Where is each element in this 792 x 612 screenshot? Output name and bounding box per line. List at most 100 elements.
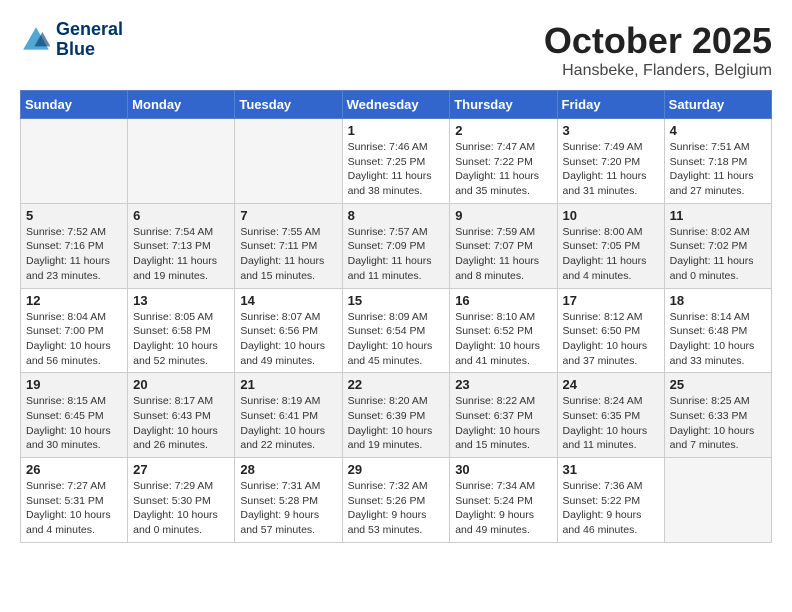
- day-info: Sunrise: 7:59 AM Sunset: 7:07 PM Dayligh…: [455, 225, 551, 284]
- day-info: Sunrise: 8:19 AM Sunset: 6:41 PM Dayligh…: [240, 394, 336, 453]
- day-info: Sunrise: 8:02 AM Sunset: 7:02 PM Dayligh…: [670, 225, 766, 284]
- day-number: 29: [348, 462, 445, 477]
- day-info: Sunrise: 7:27 AM Sunset: 5:31 PM Dayligh…: [26, 479, 122, 538]
- day-number: 23: [455, 377, 551, 392]
- day-info: Sunrise: 7:34 AM Sunset: 5:24 PM Dayligh…: [455, 479, 551, 538]
- calendar-cell: 7 Sunrise: 7:55 AM Sunset: 7:11 PM Daylig…: [235, 203, 342, 288]
- calendar-cell: 25Sunrise: 8:25 AM Sunset: 6:33 PM Dayli…: [664, 373, 771, 458]
- calendar-cell: 31 Sunrise: 7:36 AM Sunset: 5:22 PM Dayli…: [557, 458, 664, 543]
- day-info: Sunrise: 8:22 AM Sunset: 6:37 PM Dayligh…: [455, 394, 551, 453]
- day-info: Sunrise: 7:36 AM Sunset: 5:22 PM Dayligh…: [563, 479, 659, 538]
- day-number: 7: [240, 208, 336, 223]
- logo: General Blue: [20, 20, 123, 60]
- calendar-cell: 24 Sunrise: 8:24 AM Sunset: 6:35 PM Dayli…: [557, 373, 664, 458]
- calendar-cell: 11 Sunrise: 8:02 AM Sunset: 7:02 PM Dayli…: [664, 203, 771, 288]
- day-info: Sunrise: 8:10 AM Sunset: 6:52 PM Dayligh…: [455, 310, 551, 369]
- day-number: 26: [26, 462, 122, 477]
- logo-line2: Blue: [56, 39, 95, 59]
- calendar-week-1: 1 Sunrise: 7:46 AM Sunset: 7:25 PM Daylig…: [21, 119, 772, 204]
- calendar-cell: 15 Sunrise: 8:09 AM Sunset: 6:54 PM Dayli…: [342, 288, 450, 373]
- day-info: Sunrise: 7:57 AM Sunset: 7:09 PM Dayligh…: [348, 225, 445, 284]
- column-header-thursday: Thursday: [450, 91, 557, 119]
- day-number: 10: [563, 208, 659, 223]
- day-number: 24: [563, 377, 659, 392]
- day-info: Sunrise: 7:51 AM Sunset: 7:18 PM Dayligh…: [670, 140, 766, 199]
- calendar-cell: 18 Sunrise: 8:14 AM Sunset: 6:48 PM Dayli…: [664, 288, 771, 373]
- day-number: 28: [240, 462, 336, 477]
- calendar-cell: 14 Sunrise: 8:07 AM Sunset: 6:56 PM Dayli…: [235, 288, 342, 373]
- day-info: Sunrise: 8:17 AM Sunset: 6:43 PM Dayligh…: [133, 394, 229, 453]
- day-info: Sunrise: 7:31 AM Sunset: 5:28 PM Dayligh…: [240, 479, 336, 538]
- day-number: 11: [670, 208, 766, 223]
- calendar-cell: [128, 119, 235, 204]
- day-number: 21: [240, 377, 336, 392]
- column-header-tuesday: Tuesday: [235, 91, 342, 119]
- month-title: October 2025: [544, 20, 772, 62]
- day-number: 9: [455, 208, 551, 223]
- column-header-sunday: Sunday: [21, 91, 128, 119]
- day-number: 27: [133, 462, 229, 477]
- logo-text: General Blue: [56, 20, 123, 60]
- calendar-cell: 8 Sunrise: 7:57 AM Sunset: 7:09 PM Daylig…: [342, 203, 450, 288]
- day-number: 6: [133, 208, 229, 223]
- day-info: Sunrise: 8:07 AM Sunset: 6:56 PM Dayligh…: [240, 310, 336, 369]
- calendar-week-5: 26 Sunrise: 7:27 AM Sunset: 5:31 PM Dayli…: [21, 458, 772, 543]
- day-number: 5: [26, 208, 122, 223]
- page-header: General Blue October 2025 Hansbeke, Flan…: [20, 20, 772, 80]
- day-number: 13: [133, 293, 229, 308]
- day-info: Sunrise: 7:46 AM Sunset: 7:25 PM Dayligh…: [348, 140, 445, 199]
- calendar-cell: 28 Sunrise: 7:31 AM Sunset: 5:28 PM Dayli…: [235, 458, 342, 543]
- day-number: 4: [670, 123, 766, 138]
- calendar-cell: 27 Sunrise: 7:29 AM Sunset: 5:30 PM Dayli…: [128, 458, 235, 543]
- title-area: October 2025 Hansbeke, Flanders, Belgium: [544, 20, 772, 80]
- day-number: 20: [133, 377, 229, 392]
- calendar-week-3: 12Sunrise: 8:04 AM Sunset: 7:00 PM Dayli…: [21, 288, 772, 373]
- day-info: Sunrise: 7:55 AM Sunset: 7:11 PM Dayligh…: [240, 225, 336, 284]
- calendar-week-2: 5 Sunrise: 7:52 AM Sunset: 7:16 PM Daylig…: [21, 203, 772, 288]
- day-number: 2: [455, 123, 551, 138]
- day-info: Sunrise: 8:25 AM Sunset: 6:33 PM Dayligh…: [670, 394, 766, 453]
- column-header-saturday: Saturday: [664, 91, 771, 119]
- calendar-cell: 9 Sunrise: 7:59 AM Sunset: 7:07 PM Daylig…: [450, 203, 557, 288]
- day-info: Sunrise: 7:29 AM Sunset: 5:30 PM Dayligh…: [133, 479, 229, 538]
- calendar-cell: 22Sunrise: 8:20 AM Sunset: 6:39 PM Dayli…: [342, 373, 450, 458]
- calendar-table: SundayMondayTuesdayWednesdayThursdayFrid…: [20, 90, 772, 543]
- day-info: Sunrise: 8:12 AM Sunset: 6:50 PM Dayligh…: [563, 310, 659, 369]
- calendar-header-row: SundayMondayTuesdayWednesdayThursdayFrid…: [21, 91, 772, 119]
- day-number: 15: [348, 293, 445, 308]
- calendar-cell: 17Sunrise: 8:12 AM Sunset: 6:50 PM Dayli…: [557, 288, 664, 373]
- calendar-cell: 20 Sunrise: 8:17 AM Sunset: 6:43 PM Dayli…: [128, 373, 235, 458]
- calendar-cell: 13 Sunrise: 8:05 AM Sunset: 6:58 PM Dayli…: [128, 288, 235, 373]
- calendar-cell: 10Sunrise: 8:00 AM Sunset: 7:05 PM Dayli…: [557, 203, 664, 288]
- calendar-cell: 5 Sunrise: 7:52 AM Sunset: 7:16 PM Daylig…: [21, 203, 128, 288]
- day-info: Sunrise: 8:05 AM Sunset: 6:58 PM Dayligh…: [133, 310, 229, 369]
- day-number: 14: [240, 293, 336, 308]
- day-number: 1: [348, 123, 445, 138]
- day-number: 30: [455, 462, 551, 477]
- location: Hansbeke, Flanders, Belgium: [544, 62, 772, 80]
- calendar-cell: 12Sunrise: 8:04 AM Sunset: 7:00 PM Dayli…: [21, 288, 128, 373]
- calendar-cell: 23 Sunrise: 8:22 AM Sunset: 6:37 PM Dayli…: [450, 373, 557, 458]
- calendar-cell: 21 Sunrise: 8:19 AM Sunset: 6:41 PM Dayli…: [235, 373, 342, 458]
- day-info: Sunrise: 7:32 AM Sunset: 5:26 PM Dayligh…: [348, 479, 445, 538]
- calendar-cell: 29 Sunrise: 7:32 AM Sunset: 5:26 PM Dayli…: [342, 458, 450, 543]
- day-info: Sunrise: 8:09 AM Sunset: 6:54 PM Dayligh…: [348, 310, 445, 369]
- calendar-cell: 30 Sunrise: 7:34 AM Sunset: 5:24 PM Dayli…: [450, 458, 557, 543]
- column-header-wednesday: Wednesday: [342, 91, 450, 119]
- day-number: 18: [670, 293, 766, 308]
- calendar-cell: 4 Sunrise: 7:51 AM Sunset: 7:18 PM Daylig…: [664, 119, 771, 204]
- day-number: 8: [348, 208, 445, 223]
- day-number: 31: [563, 462, 659, 477]
- calendar-cell: 2 Sunrise: 7:47 AM Sunset: 7:22 PM Daylig…: [450, 119, 557, 204]
- calendar-cell: 6 Sunrise: 7:54 AM Sunset: 7:13 PM Daylig…: [128, 203, 235, 288]
- calendar-week-4: 19Sunrise: 8:15 AM Sunset: 6:45 PM Dayli…: [21, 373, 772, 458]
- day-info: Sunrise: 8:24 AM Sunset: 6:35 PM Dayligh…: [563, 394, 659, 453]
- day-info: Sunrise: 7:52 AM Sunset: 7:16 PM Dayligh…: [26, 225, 122, 284]
- day-number: 16: [455, 293, 551, 308]
- day-info: Sunrise: 7:47 AM Sunset: 7:22 PM Dayligh…: [455, 140, 551, 199]
- calendar-cell: [21, 119, 128, 204]
- day-info: Sunrise: 8:20 AM Sunset: 6:39 PM Dayligh…: [348, 394, 445, 453]
- day-info: Sunrise: 7:54 AM Sunset: 7:13 PM Dayligh…: [133, 225, 229, 284]
- day-info: Sunrise: 8:14 AM Sunset: 6:48 PM Dayligh…: [670, 310, 766, 369]
- logo-icon: [20, 24, 52, 56]
